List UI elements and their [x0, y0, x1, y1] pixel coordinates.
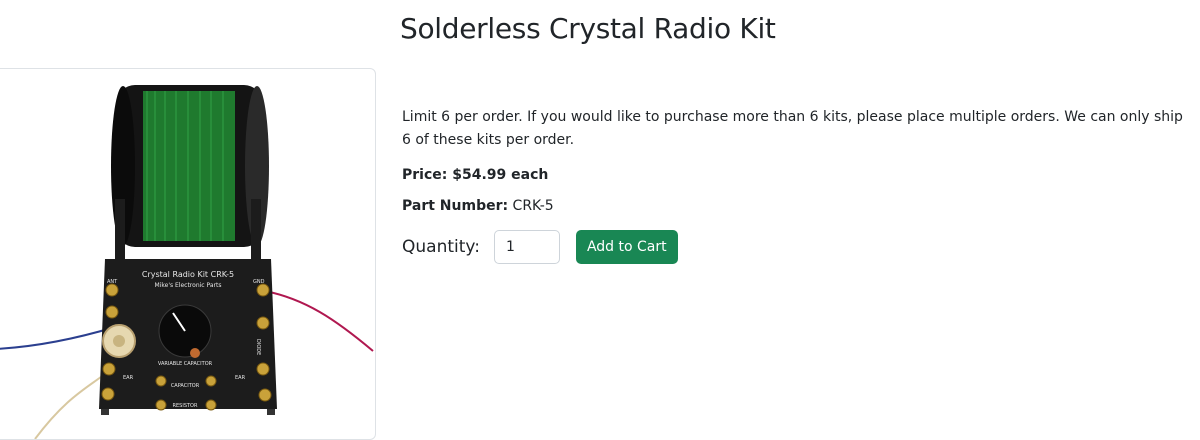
part-number: Part Number: CRK-5 [402, 198, 1194, 214]
board-title-text: Crystal Radio Kit CRK-5 [142, 270, 234, 279]
part-number-value: CRK-5 [508, 198, 554, 214]
product-title: Solderless Crystal Radio Kit [400, 12, 776, 45]
varcap-label: VARIABLE CAPACITOR [158, 361, 213, 367]
ear-left-label: EAR [123, 375, 134, 381]
capacitor-label: CAPACITOR [171, 383, 200, 389]
resistor-label: RESISTOR [173, 403, 198, 409]
add-to-cart-button[interactable]: Add to Cart [575, 230, 678, 264]
board-subtitle-text: Mike's Electronic Parts [155, 282, 222, 289]
diode-label: DIODE [255, 339, 261, 355]
product-details: Limit 6 per order. If you would like to … [402, 106, 1194, 264]
product-description: Limit 6 per order. If you would like to … [402, 109, 1183, 148]
add-to-cart-form: Quantity: Add to Cart [402, 230, 1194, 264]
ear-right-label: EAR [235, 375, 246, 381]
quantity-label: Quantity: [402, 237, 480, 257]
part-number-label: Part Number: [402, 198, 509, 214]
quantity-input[interactable] [493, 230, 560, 264]
product-price: Price: $54.99 each [402, 167, 549, 183]
crystal-radio-photo: Crystal Radio Kit CRK-5 Mike's Electroni… [0, 85, 374, 439]
product-image[interactable]: Crystal Radio Kit CRK-5 Mike's Electroni… [0, 68, 376, 440]
